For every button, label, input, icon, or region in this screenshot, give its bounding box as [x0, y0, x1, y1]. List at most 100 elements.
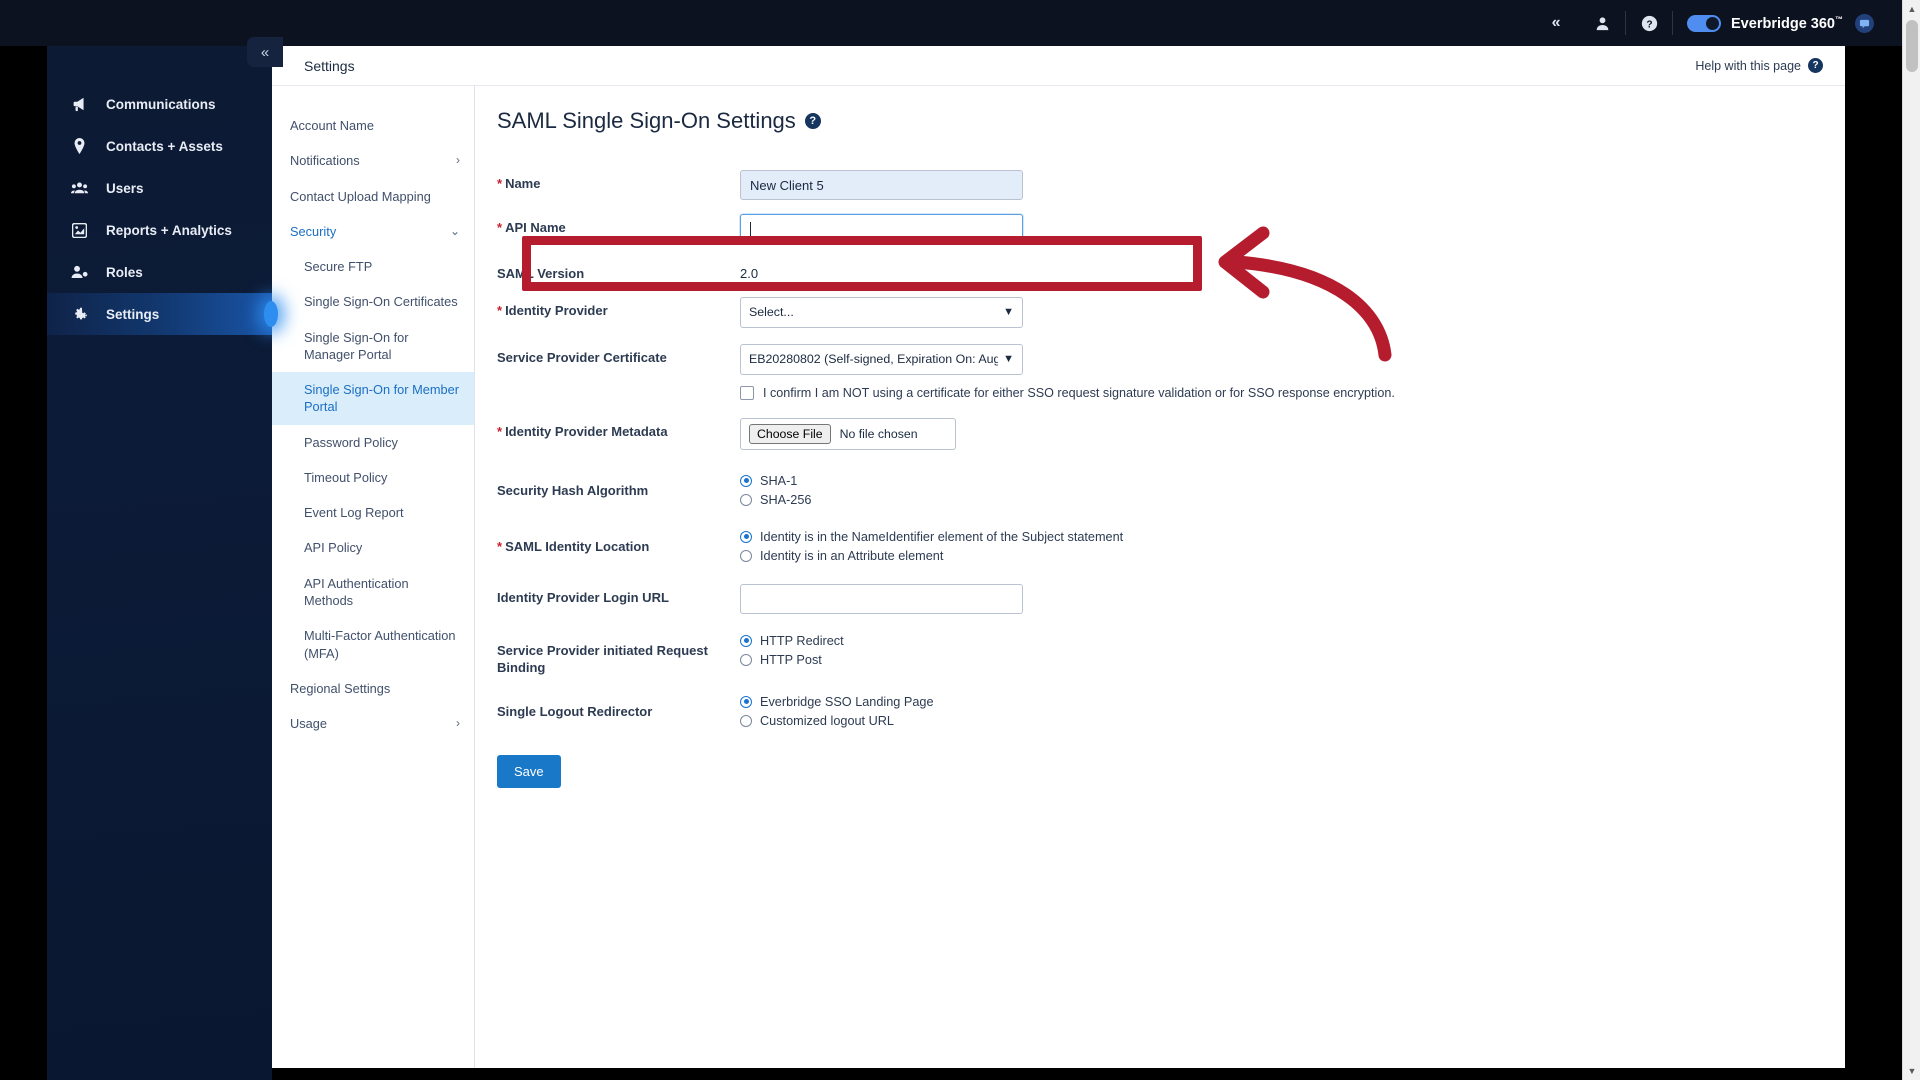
subnav-item-sso-certificates[interactable]: Single Sign-On Certificates: [272, 284, 474, 319]
radio-option-attribute[interactable]: Identity is in an Attribute element: [740, 549, 1845, 563]
page-title: SAML Single Sign-On Settings ?: [497, 108, 1845, 134]
subnav-item-secure-ftp[interactable]: Secure FTP: [272, 249, 474, 284]
radio-button-http-post[interactable]: [740, 653, 752, 666]
form-row-idp-login-url: Identity Provider Login URL: [497, 583, 1845, 614]
scroll-up-arrow-icon[interactable]: ▲: [1903, 0, 1920, 18]
radio-option-http-redirect[interactable]: HTTP Redirect: [740, 634, 1845, 648]
role-user-icon: [71, 265, 88, 279]
label-name-text: Name: [505, 176, 541, 191]
form-row-request-binding: Service Provider initiated Request Bindi…: [497, 632, 1845, 677]
subnav-item-usage[interactable]: Usage ›: [272, 706, 474, 741]
subnav-label: Single Sign-On for Manager Portal: [304, 329, 409, 362]
scroll-down-arrow-icon[interactable]: ▼: [1903, 1062, 1920, 1080]
title-help-icon[interactable]: ?: [804, 113, 821, 129]
label-name: * Name: [497, 170, 740, 193]
subnav-item-api-authentication-methods[interactable]: API Authentication Methods: [272, 566, 474, 619]
header-actions: « ? Everbridge 360™: [1533, 0, 1874, 46]
radio-label-http-redirect: HTTP Redirect: [760, 633, 844, 648]
subnav-item-mfa[interactable]: Multi-Factor Authentication (MFA): [272, 618, 474, 671]
radio-label-http-post: HTTP Post: [760, 652, 822, 667]
required-asterisk: *: [497, 176, 503, 191]
label-idp-login-url: Identity Provider Login URL: [497, 589, 669, 605]
scrollbar-thumb[interactable]: [1906, 20, 1918, 72]
idp-metadata-file-input[interactable]: Choose File No file chosen: [740, 417, 956, 450]
sp-certificate-select-wrapper: EB20280802 (Self-signed, Expiration On: …: [740, 343, 1023, 375]
subnav-label: Account Name: [290, 118, 374, 133]
control-idp-metadata: Choose File No file chosen: [740, 417, 1845, 450]
sp-certificate-select[interactable]: EB20280802 (Self-signed, Expiration On: …: [740, 343, 1023, 375]
subnav-item-password-policy[interactable]: Password Policy: [272, 425, 474, 460]
svg-text:?: ?: [1646, 19, 1652, 30]
subnav-item-api-policy[interactable]: API Policy: [272, 530, 474, 565]
everbridge-360-toggle[interactable]: [1687, 14, 1722, 32]
sidebar-label-settings: Settings: [106, 306, 160, 322]
save-button[interactable]: Save: [497, 754, 561, 788]
radio-option-http-post[interactable]: HTTP Post: [740, 653, 1845, 667]
user-account-button[interactable]: [1579, 0, 1625, 46]
subnav-item-event-log-report[interactable]: Event Log Report: [272, 495, 474, 530]
radio-button-attribute[interactable]: [740, 549, 752, 562]
help-with-page-link[interactable]: Help with this page ?: [1695, 58, 1823, 73]
subnav-item-timeout-policy[interactable]: Timeout Policy: [272, 460, 474, 495]
control-api-name: [740, 214, 1845, 244]
api-name-input[interactable]: [740, 214, 1023, 244]
subnav-label: Password Policy: [304, 434, 398, 450]
radio-button-sha256[interactable]: [740, 493, 752, 506]
sidebar-item-users[interactable]: Users: [47, 167, 272, 209]
subnav-item-notifications[interactable]: Notifications ›: [272, 143, 474, 178]
collapse-panel-button[interactable]: «: [1533, 0, 1579, 46]
page-scrollbar[interactable]: ▲ ▼: [1902, 0, 1920, 1080]
chat-icon[interactable]: [1855, 13, 1874, 33]
gear-icon: [71, 306, 88, 322]
radio-option-nameidentifier[interactable]: Identity is in the NameIdentifier elemen…: [740, 530, 1845, 544]
subnav-item-security[interactable]: Security ⌄: [272, 214, 474, 249]
brand-360-text: Everbridge 360: [1731, 15, 1835, 32]
label-logout-redirector: Single Logout Redirector: [497, 703, 653, 719]
breadcrumb[interactable]: Settings: [304, 58, 355, 74]
radio-button-sha1[interactable]: [740, 474, 752, 487]
radio-button-nameidentifier[interactable]: [740, 530, 752, 543]
sidebar-item-contacts-assets[interactable]: Contacts + Assets: [47, 125, 272, 167]
label-identity-location: * SAML Identity Location: [497, 528, 740, 556]
page-title-text: SAML Single Sign-On Settings: [497, 108, 796, 133]
choose-file-button[interactable]: Choose File: [749, 423, 831, 444]
label-api-name-text: API Name: [505, 220, 566, 235]
sidebar-collapse-button[interactable]: «: [247, 37, 283, 67]
chevron-right-icon: ›: [456, 153, 460, 168]
help-button[interactable]: ?: [1626, 0, 1672, 46]
subnav-label: Usage: [290, 716, 327, 732]
radio-option-sha1[interactable]: SHA-1: [740, 474, 1845, 488]
name-input[interactable]: [740, 170, 1023, 200]
subnav-item-contact-upload-mapping[interactable]: Contact Upload Mapping: [272, 179, 474, 214]
cert-confirm-checkbox-row[interactable]: I confirm I am NOT using a certificate f…: [740, 383, 1845, 400]
sidebar-item-reports-analytics[interactable]: Reports + Analytics: [47, 209, 272, 251]
cert-confirm-checkbox[interactable]: [740, 385, 754, 400]
radio-button-everbridge-landing[interactable]: [740, 695, 752, 708]
subnav-item-sso-manager-portal[interactable]: Single Sign-On for Manager Portal: [272, 320, 474, 373]
subnav-item-sso-member-portal[interactable]: Single Sign-On for Member Portal: [272, 372, 474, 425]
control-logout-redirector: Everbridge SSO Landing Page Customized l…: [740, 693, 1845, 733]
radio-option-everbridge-landing[interactable]: Everbridge SSO Landing Page: [740, 695, 1845, 709]
subnav-label: Contact Upload Mapping: [290, 188, 431, 204]
label-identity-provider-text: Identity Provider: [505, 302, 608, 318]
radio-button-http-redirect[interactable]: [740, 634, 752, 647]
idp-login-url-input[interactable]: [740, 583, 1023, 614]
label-api-name: * API Name: [497, 214, 740, 237]
subnav-item-regional-settings[interactable]: Regional Settings: [272, 671, 474, 706]
app-root: « ? Everbridge 360™ Communications Conta…: [0, 0, 1920, 1080]
radio-option-sha256[interactable]: SHA-256: [740, 493, 1845, 507]
sidebar-item-communications[interactable]: Communications: [47, 83, 272, 125]
help-icon: ?: [1641, 15, 1657, 31]
radio-option-custom-logout-url[interactable]: Customized logout URL: [740, 714, 1845, 728]
saml-settings-form: SAML Single Sign-On Settings ? *Name *AP…: [475, 86, 1845, 1080]
form-row-name: * Name: [497, 170, 1845, 200]
subnav-label: Notifications: [290, 153, 360, 169]
identity-provider-select[interactable]: Select...: [740, 296, 1023, 328]
subnav-item-account-name[interactable]: Account Name: [272, 108, 474, 143]
sidebar-item-roles[interactable]: Roles: [47, 251, 272, 293]
sidebar-item-settings[interactable]: Settings: [47, 293, 272, 335]
radio-button-custom-logout-url[interactable]: [740, 714, 752, 727]
form-row-cert-confirm: I confirm I am NOT using a certificate f…: [497, 383, 1845, 400]
sidebar-label-reports-analytics: Reports + Analytics: [106, 222, 232, 238]
users-icon: [71, 181, 88, 195]
